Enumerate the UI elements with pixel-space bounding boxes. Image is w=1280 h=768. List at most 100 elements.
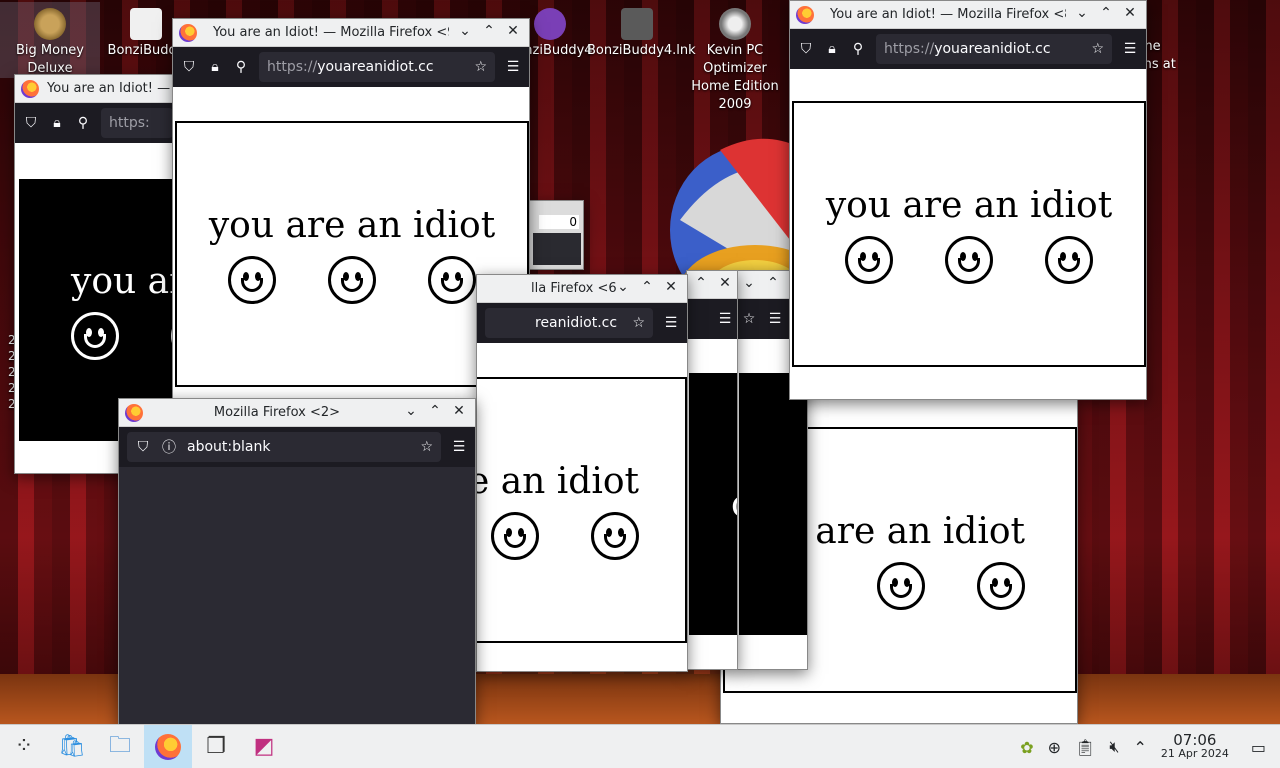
firefox-taskbar-icon[interactable] — [144, 724, 192, 768]
purple-gorilla-icon — [534, 8, 566, 40]
discover-store-icon[interactable]: 🛍︎ — [48, 725, 96, 768]
compass-icon — [719, 8, 751, 40]
smiley-icon — [1045, 235, 1093, 284]
smiley-icon — [491, 511, 539, 560]
firefox-icon — [21, 80, 39, 98]
smiley-icon — [591, 511, 639, 560]
idiot-page: you are an idiot — [792, 101, 1146, 367]
smiley-icon — [945, 235, 993, 284]
lock-icon[interactable]: 🔒︎ — [49, 115, 65, 131]
shield-icon[interactable]: ⛉ — [23, 115, 39, 131]
info-icon[interactable]: ⓘ — [161, 437, 177, 457]
maximize-button[interactable]: ⌃ — [481, 23, 497, 39]
window-switcher-icon[interactable]: ❐ — [192, 725, 240, 768]
menu-icon[interactable]: ☰ — [451, 439, 467, 455]
menu-icon[interactable]: ☰ — [505, 59, 521, 75]
window-title: You are an Idiot! — Mozilla Firefox <9> — [213, 25, 449, 40]
firefox-icon — [179, 24, 197, 42]
tracking-icon[interactable]: ⚲ — [233, 59, 249, 75]
firefox-window-8[interactable]: You are an Idiot! — Mozilla Firefox <8> … — [789, 0, 1147, 400]
minimize-button[interactable]: ⌄ — [741, 275, 757, 291]
close-button[interactable]: ✕ — [505, 23, 521, 39]
close-button[interactable]: ✕ — [717, 275, 733, 291]
window-titlebar[interactable]: lla Firefox <6> ⌄ ⌃ ✕ — [477, 275, 687, 303]
taskbar: ⁘ 🛍︎ 🗀 ❐ ◩ ✿ ⊕ 📋︎ 🔇︎ ⌃ 07:06 21 Apr 2024… — [0, 724, 1280, 768]
menu-icon[interactable]: ☰ — [717, 311, 733, 327]
maximize-button[interactable]: ⌃ — [639, 279, 655, 295]
window-titlebar[interactable]: You are an Idiot! — Mozilla Firefox <9> … — [173, 19, 529, 47]
shield-icon[interactable]: ⛉ — [181, 59, 197, 75]
chevron-up-icon[interactable]: ⌃ — [1133, 738, 1146, 757]
smiley-icon — [428, 255, 476, 304]
idiot-page — [739, 373, 807, 635]
tracking-icon[interactable]: ⚲ — [850, 41, 866, 57]
window-title: lla Firefox <6> — [531, 281, 617, 296]
system-tray: ✿ ⊕ 📋︎ 🔇︎ ⌃ 07:06 21 Apr 2024 ▭ — [1020, 725, 1280, 768]
firefox-icon — [125, 404, 143, 422]
file-manager-icon[interactable]: 🗀 — [96, 725, 144, 768]
bookmark-star-icon[interactable]: ☆ — [632, 315, 645, 331]
firefox-window-6[interactable]: lla Firefox <6> ⌄ ⌃ ✕ reanidiot.cc ☆ ☰ r… — [476, 274, 688, 672]
maximize-button[interactable]: ⌃ — [693, 275, 709, 291]
bookmark-star-icon[interactable]: ☆ — [741, 311, 757, 327]
url-bar[interactable]: https://youareanidiot.cc ☆ — [259, 52, 495, 82]
maximize-button[interactable]: ⌃ — [427, 403, 443, 419]
file-icon — [130, 8, 162, 40]
desktop-icon-kevin-optimizer[interactable]: Kevin PC Optimizer Home Edition 2009 — [685, 2, 785, 114]
url-bar[interactable]: reanidiot.cc ☆ — [485, 308, 653, 338]
money-bag-icon — [34, 8, 66, 40]
close-button[interactable]: ✕ — [1122, 5, 1138, 21]
clock[interactable]: 07:06 21 Apr 2024 — [1161, 733, 1229, 761]
menu-icon[interactable]: ☰ — [767, 311, 783, 327]
minimize-button[interactable]: ⌄ — [615, 279, 631, 295]
tray-app-icon[interactable]: ✿ — [1020, 738, 1033, 757]
minimize-button[interactable]: ⌄ — [1074, 5, 1090, 21]
firefox-window-mid-a[interactable]: ⌃ ✕ ☰ ot — [686, 270, 738, 670]
desktop-icon-bonzibuddy4-lnk[interactable]: BonziBuddy4.lnk — [587, 2, 696, 60]
smiley-icon — [228, 255, 276, 304]
lock-icon[interactable]: 🔒︎ — [207, 59, 223, 75]
calculator-window[interactable]: 0 — [528, 200, 584, 270]
url-bar[interactable]: ⛉ ⓘ about:blank ☆ — [127, 432, 441, 462]
smiley-icon — [845, 235, 893, 284]
maximize-button[interactable]: ⌃ — [765, 275, 781, 291]
minimize-button[interactable]: ⌄ — [403, 403, 419, 419]
url-bar[interactable]: https://youareanidiot.cc ☆ — [876, 34, 1112, 64]
window-title: You are an Idiot! — Mozilla Firefox <8> — [830, 7, 1066, 22]
volume-muted-icon[interactable]: 🔇︎ — [1109, 737, 1119, 757]
window-title: You are an Idiot! — — [47, 81, 171, 96]
close-button[interactable]: ✕ — [451, 403, 467, 419]
tracking-icon[interactable]: ⚲ — [75, 115, 91, 131]
updates-icon[interactable]: ⊕ — [1048, 738, 1061, 757]
window-titlebar[interactable]: You are an Idiot! — Mozilla Firefox <8> … — [790, 1, 1146, 29]
shield-icon[interactable]: ⛉ — [798, 41, 814, 57]
idiot-page: ot — [689, 373, 737, 635]
firefox-icon — [796, 6, 814, 24]
smiley-icon — [977, 561, 1025, 610]
bookmark-star-icon[interactable]: ☆ — [420, 439, 433, 455]
smiley-icon — [71, 311, 119, 360]
bookmark-star-icon[interactable]: ☆ — [1091, 41, 1104, 57]
smiley-icon — [877, 561, 925, 610]
firefox-window-2[interactable]: Mozilla Firefox <2> ⌄ ⌃ ✕ ⛉ ⓘ about:blan… — [118, 398, 476, 728]
calculator-keypad[interactable] — [533, 233, 581, 265]
window-titlebar[interactable]: Mozilla Firefox <2> ⌄ ⌃ ✕ — [119, 399, 475, 427]
desktop-icon-big-money[interactable]: Big Money Deluxe — [0, 2, 100, 78]
close-button[interactable]: ✕ — [663, 279, 679, 295]
show-desktop-icon[interactable]: ▭ — [1251, 738, 1266, 757]
screenshot-app-icon[interactable]: ◩ — [240, 725, 288, 768]
minimize-button[interactable]: ⌄ — [457, 23, 473, 39]
clipboard-icon[interactable]: 📋︎ — [1075, 738, 1095, 757]
window-title: Mozilla Firefox <2> — [213, 405, 341, 420]
bookmark-star-icon[interactable]: ☆ — [474, 59, 487, 75]
lock-icon[interactable]: 🔒︎ — [824, 41, 840, 57]
maximize-button[interactable]: ⌃ — [1098, 5, 1114, 21]
menu-icon[interactable]: ☰ — [1122, 41, 1138, 57]
application-launcher-icon[interactable]: ⁘ — [0, 725, 48, 768]
calculator-display: 0 — [539, 215, 579, 229]
shortcut-file-icon — [621, 8, 653, 40]
menu-icon[interactable]: ☰ — [663, 315, 679, 331]
shield-icon[interactable]: ⛉ — [135, 439, 151, 455]
url-bar[interactable]: https: — [101, 108, 173, 138]
idiot-page: re an idiot — [477, 377, 687, 643]
